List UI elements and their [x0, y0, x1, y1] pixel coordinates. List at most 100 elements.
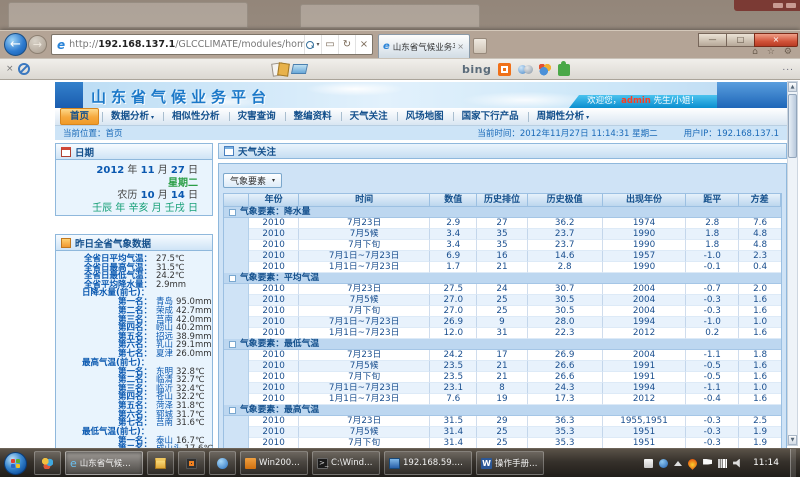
toolbar-overflow-icon[interactable]: ... — [782, 63, 794, 73]
station-name[interactable]: 夏津 — [156, 350, 173, 359]
column-header[interactable]: 数值 — [430, 194, 477, 207]
table-row[interactable]: 20101月1日~7月23日12.03122.320120.21.6 — [224, 328, 781, 339]
spark-icon[interactable] — [539, 64, 551, 76]
table-row[interactable]: 20107月23日27.52430.72004-0.72.0 — [224, 284, 781, 295]
table-row[interactable]: 20107月5候3.43523.719901.84.8 — [224, 229, 781, 240]
weather-table: 年份时间数值历史排位历史极值出现年份距平方差 气象要素：降水量20107月23日… — [223, 193, 782, 448]
refresh-icon[interactable]: ↻ — [338, 35, 355, 54]
table-row[interactable]: 20101月1日~7月23日1.7212.81990-0.10.4 — [224, 262, 781, 273]
table-row[interactable]: 20107月23日2.92736.219742.87.6 — [224, 218, 781, 229]
station-name[interactable]: 莒南 — [156, 419, 173, 428]
table-row[interactable]: 20107月5候27.02530.52004-0.31.6 — [224, 295, 781, 306]
column-header[interactable]: 历史极值 — [528, 194, 603, 207]
taskbar-window-button[interactable]: W操作手册.docx ... — [476, 451, 544, 475]
table-row[interactable]: 20107月5候23.52126.61991-0.51.6 — [224, 361, 781, 372]
table-row[interactable]: 20107月1日~7月23日23.1824.31994-1.11.0 — [224, 383, 781, 394]
action-center-flag-icon[interactable] — [703, 459, 712, 468]
table-row[interactable]: 20107月5候31.42535.31951-0.31.9 — [224, 427, 781, 438]
column-header[interactable]: 距平 — [686, 194, 739, 207]
group-checkbox[interactable] — [229, 341, 236, 348]
close-toolbar-icon[interactable]: × — [6, 64, 14, 74]
table-body: 气象要素：降水量20107月23日2.92736.219742.87.62010… — [224, 207, 781, 448]
table-row[interactable]: 20107月1日~7月23日26.9928.01994-1.01.0 — [224, 317, 781, 328]
cards-icon[interactable] — [272, 63, 288, 75]
window-minimize-button[interactable]: — — [698, 33, 726, 47]
column-header[interactable]: 年份 — [249, 194, 299, 207]
browser-forward-button[interactable]: → — [28, 35, 47, 54]
taskbar-pinned-app[interactable] — [34, 451, 61, 475]
taskbar-clock[interactable]: 11:14 — [748, 458, 784, 468]
nav-item[interactable]: 国家下行产品 — [453, 109, 528, 124]
scroll-down-icon[interactable]: ▼ — [788, 435, 797, 445]
element-dropdown-button[interactable]: 气象要素▾ — [223, 173, 282, 188]
table-cell: 1990 — [603, 262, 687, 273]
nav-item[interactable]: 首页 — [60, 108, 99, 125]
taskbar-explorer[interactable] — [147, 451, 174, 475]
nav-item[interactable]: 相似性分析 — [163, 109, 229, 124]
settings-gear-icon[interactable]: ⚙ — [784, 47, 792, 57]
browser-tab[interactable]: e 山东省气候业务平... × — [378, 34, 470, 58]
page-scrollbar[interactable]: ▲ ▼ — [787, 81, 798, 446]
volume-icon[interactable] — [733, 459, 742, 468]
compatibility-view-icon[interactable]: ▭ — [321, 35, 338, 54]
table-group-row[interactable]: 气象要素：最低气温 — [224, 339, 781, 350]
taskbar-app-orange[interactable] — [178, 451, 205, 475]
table-row[interactable]: 20107月23日31.52936.31955,1951-0.32.5 — [224, 416, 781, 427]
table-cell: 7月23日 — [299, 350, 430, 361]
scrollbar-thumb[interactable] — [788, 94, 797, 158]
table-row[interactable]: 20107月下旬27.02530.52004-0.31.6 — [224, 306, 781, 317]
taskbar-window-button[interactable]: 192.168.59.99... — [384, 451, 472, 475]
table-row[interactable]: 20107月下旬31.42535.31951-0.31.9 — [224, 438, 781, 448]
table-cell: 1.8 — [739, 350, 781, 361]
column-header[interactable]: 方差 — [739, 194, 781, 207]
table-row[interactable]: 20107月下旬23.52126.61991-0.51.6 — [224, 372, 781, 383]
nav-item[interactable]: 风场地图 — [397, 109, 453, 124]
nav-item[interactable]: 天气关注 — [341, 109, 397, 124]
table-row[interactable]: 20107月下旬3.43523.719901.84.8 — [224, 240, 781, 251]
bing-logo[interactable]: bing — [462, 63, 491, 76]
scroll-up-icon[interactable]: ▲ — [788, 82, 797, 92]
nav-item[interactable]: 灾害查询 — [229, 109, 285, 124]
network-icon[interactable] — [718, 459, 727, 468]
group-checkbox[interactable] — [229, 407, 236, 414]
show-desktop-button[interactable] — [790, 449, 796, 478]
group-checkbox[interactable] — [229, 275, 236, 282]
blocked-icon[interactable] — [18, 63, 30, 75]
tray-app-icon[interactable] — [644, 459, 653, 468]
table-row[interactable]: 20107月23日24.21726.92004-1.11.8 — [224, 350, 781, 361]
tab-close-icon[interactable]: × — [455, 42, 466, 51]
address-bar[interactable]: e http://192.168.137.1/GLCCLIMATE/module… — [51, 34, 373, 55]
flame-icon[interactable] — [686, 457, 699, 470]
column-header[interactable]: 历史排位 — [477, 194, 527, 207]
taskbar-window-button[interactable]: >_C:\Windows\s... — [312, 451, 380, 475]
browser-back-button[interactable]: ← — [4, 33, 27, 56]
home-icon[interactable]: ⌂ — [752, 47, 758, 57]
nav-item[interactable]: 周期性分析▾ — [528, 109, 599, 125]
table-row[interactable]: 20107月1日~7月23日6.91614.61957-1.02.3 — [224, 251, 781, 262]
table-group-row[interactable]: 气象要素：降水量 — [224, 207, 781, 218]
addon-puzzle-icon[interactable] — [558, 64, 570, 76]
table-row[interactable]: 20101月1日~7月23日7.61917.32012-0.41.6 — [224, 394, 781, 405]
window-maximize-button[interactable]: □ — [726, 33, 754, 47]
taskbar-ie-window[interactable]: e 山东省气候业务平... — [65, 451, 143, 475]
nav-item[interactable]: 整编资料 — [285, 109, 341, 124]
window-close-button[interactable]: × — [754, 33, 798, 47]
messenger-icon[interactable] — [498, 63, 511, 76]
start-button[interactable] — [4, 452, 27, 475]
nav-item[interactable]: 数据分析▾ — [102, 109, 163, 125]
search-icon[interactable]: ▾ — [304, 35, 321, 54]
favorites-star-icon[interactable]: ☆ — [767, 47, 775, 57]
column-header[interactable]: 时间 — [299, 194, 430, 207]
new-tab-button[interactable] — [473, 38, 487, 54]
taskbar-media-player[interactable] — [209, 451, 236, 475]
show-hidden-icons-icon[interactable] — [674, 461, 682, 466]
stop-icon[interactable]: × — [355, 35, 372, 54]
taskbar-window-button[interactable]: Win2008 (VS2... — [240, 451, 308, 475]
group-checkbox[interactable] — [229, 209, 236, 216]
table-group-row[interactable]: 气象要素：最高气温 — [224, 405, 781, 416]
mail-icon[interactable] — [291, 64, 308, 74]
column-header[interactable]: 出现年份 — [603, 194, 687, 207]
contacts-icon[interactable] — [518, 65, 532, 75]
tray-blue-icon[interactable] — [659, 459, 668, 468]
table-group-row[interactable]: 气象要素：平均气温 — [224, 273, 781, 284]
